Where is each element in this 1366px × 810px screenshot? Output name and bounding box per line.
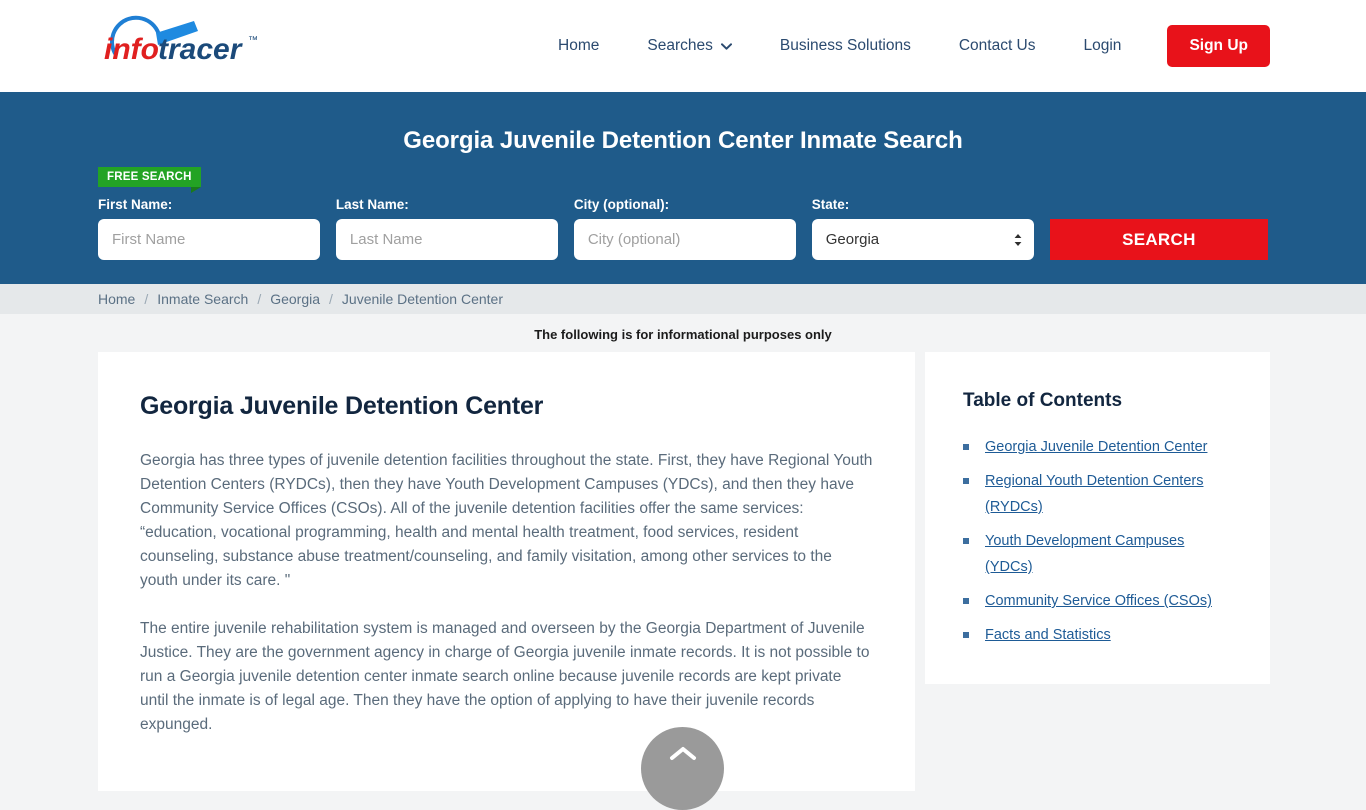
last-name-label: Last Name: bbox=[335, 197, 409, 212]
nav-home-label: Home bbox=[558, 37, 600, 54]
site-header: info tracer ™ Home Searches Business Sol… bbox=[0, 0, 1366, 92]
breadcrumb-home[interactable]: Home bbox=[98, 291, 135, 307]
svg-text:™: ™ bbox=[248, 35, 258, 46]
nav-login-label: Login bbox=[1083, 37, 1122, 54]
informational-notice: The following is for informational purpo… bbox=[534, 327, 832, 342]
scroll-to-top-button[interactable] bbox=[641, 727, 724, 810]
state-label: State: bbox=[811, 197, 850, 212]
page-title: Georgia Juvenile Detention Center Inmate… bbox=[403, 127, 963, 154]
search-submit-button[interactable]: SEARCH bbox=[1049, 219, 1269, 260]
breadcrumb-separator: / bbox=[144, 291, 149, 307]
toc-link-georgia-juvenile-detention-center[interactable]: Georgia Juvenile Detention Center bbox=[985, 439, 1207, 455]
inmate-search-form: First Name: Last Name: City (optional): … bbox=[98, 197, 1269, 260]
last-name-input[interactable] bbox=[335, 219, 558, 260]
nav-searches-label: Searches bbox=[647, 37, 713, 54]
state-select-wrapper: Georgia bbox=[811, 219, 1034, 260]
state-select[interactable]: Georgia bbox=[811, 219, 1034, 260]
article-title: Georgia Juvenile Detention Center bbox=[140, 392, 544, 420]
main-navigation: Home Searches Business Solutions Contact… bbox=[534, 25, 1270, 67]
nav-login[interactable]: Login bbox=[1060, 37, 1146, 55]
breadcrumb-inmate-search[interactable]: Inmate Search bbox=[157, 291, 248, 307]
table-of-contents-list: Georgia Juvenile Detention Center Region… bbox=[963, 434, 1234, 648]
nav-contact-us[interactable]: Contact Us bbox=[935, 37, 1060, 55]
article-paragraph: Georgia has three types of juvenile dete… bbox=[140, 452, 873, 589]
breadcrumb-separator: / bbox=[257, 291, 262, 307]
list-item: Regional Youth Detention Centers (RYDCs) bbox=[963, 468, 1234, 520]
city-label: City (optional): bbox=[573, 197, 670, 212]
nav-business-solutions-label: Business Solutions bbox=[779, 37, 911, 54]
city-input[interactable] bbox=[573, 219, 796, 260]
svg-text:info: info bbox=[104, 33, 159, 66]
breadcrumb-georgia[interactable]: Georgia bbox=[270, 291, 320, 307]
sign-up-button[interactable]: Sign Up bbox=[1167, 25, 1270, 67]
first-name-field-group: First Name: bbox=[98, 197, 320, 260]
infotracer-logo[interactable]: info tracer ™ bbox=[98, 15, 268, 77]
first-name-label: First Name: bbox=[98, 197, 173, 212]
search-banner: Georgia Juvenile Detention Center Inmate… bbox=[0, 92, 1366, 284]
list-item: Community Service Offices (CSOs) bbox=[963, 588, 1234, 614]
chevron-down-icon bbox=[720, 37, 732, 55]
toc-link-community-service-offices[interactable]: Community Service Offices (CSOs) bbox=[985, 593, 1212, 609]
breadcrumb-separator: / bbox=[329, 291, 333, 307]
free-search-badge-wrap: FREE SEARCH bbox=[98, 167, 1268, 193]
article-card: Georgia Juvenile Detention Center Georgi… bbox=[98, 352, 915, 791]
svg-text:tracer: tracer bbox=[158, 33, 244, 66]
breadcrumb: Home / Inmate Search / Georgia / Juvenil… bbox=[98, 291, 503, 307]
nav-home[interactable]: Home bbox=[534, 37, 623, 55]
toc-link-facts-and-statistics[interactable]: Facts and Statistics bbox=[985, 627, 1111, 643]
last-name-field-group: Last Name: bbox=[335, 197, 558, 260]
nav-contact-us-label: Contact Us bbox=[958, 37, 1036, 54]
content-area: Georgia Juvenile Detention Center Georgi… bbox=[0, 352, 1366, 791]
list-item: Youth Development Campuses (YDCs) bbox=[963, 528, 1234, 580]
breadcrumb-juvenile-detention-center: Juvenile Detention Center bbox=[341, 291, 504, 307]
toc-link-regional-youth-detention-centers[interactable]: Regional Youth Detention Centers (RYDCs) bbox=[985, 473, 1203, 515]
nav-business-solutions[interactable]: Business Solutions bbox=[756, 37, 935, 55]
toc-link-youth-development-campuses[interactable]: Youth Development Campuses (YDCs) bbox=[985, 533, 1184, 575]
state-field-group: State: Georgia bbox=[811, 197, 1034, 260]
article-paragraph: The entire juvenile rehabilitation syste… bbox=[140, 620, 870, 733]
chevron-up-icon bbox=[669, 745, 697, 765]
list-item: Georgia Juvenile Detention Center bbox=[963, 434, 1234, 460]
city-field-group: City (optional): bbox=[573, 197, 796, 260]
free-search-badge: FREE SEARCH bbox=[98, 167, 201, 193]
nav-searches[interactable]: Searches bbox=[623, 37, 755, 55]
table-of-contents-title: Table of Contents bbox=[963, 390, 1123, 411]
breadcrumb-bar: Home / Inmate Search / Georgia / Juvenil… bbox=[0, 284, 1366, 314]
first-name-input[interactable] bbox=[98, 219, 320, 260]
table-of-contents-card: Table of Contents Georgia Juvenile Deten… bbox=[925, 352, 1270, 684]
list-item: Facts and Statistics bbox=[963, 622, 1234, 648]
